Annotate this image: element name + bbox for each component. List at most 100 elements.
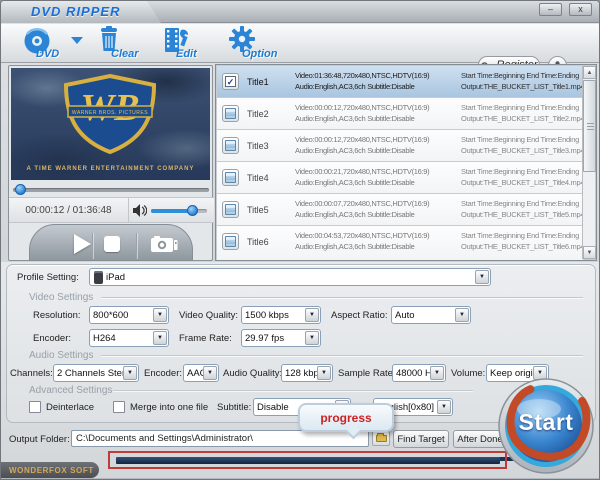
profile-setting-label: Profile Setting: [17,272,79,283]
play-button[interactable] [74,234,91,254]
title-name: Title4 [247,173,291,183]
audio-quality-select[interactable]: 128 kbps▼ [281,364,333,382]
chevron-down-icon[interactable]: ▼ [203,366,217,380]
title-media-info: Video:00:00:21,720x480,NTSC,HDTV(16:9)Au… [295,166,457,188]
video-encoder-select[interactable]: H264▼ [89,329,169,347]
playback-controls [29,224,193,261]
playback-info-row: 00:00:12 / 01:36:48 [9,197,214,223]
scrollbar-thumb[interactable] [583,80,596,172]
title-output-info: Start Time:Beginning End Time:EndingOutp… [461,230,583,252]
title-output-info: Start Time:Beginning End Time:EndingOutp… [461,198,583,220]
table-row[interactable]: Title3 Video:00:00:12,720x480,NTSC,HDTV(… [217,130,583,161]
close-button[interactable]: x [569,3,592,16]
ipad-icon [94,271,103,284]
channels-select[interactable]: 2 Channels Stereo▼ [53,364,139,382]
edit-button[interactable]: Edit [163,26,211,61]
title-output-info: Start Time:Beginning End Time:EndingOutp… [461,134,583,156]
title-output-info: Start Time:Beginning End Time:EndingOutp… [461,102,583,124]
resolution-label: Resolution: [33,310,81,321]
merge-checkbox[interactable] [113,401,125,413]
deinterlace-checkbox[interactable] [29,401,41,413]
folder-icon [376,435,387,442]
frame-rate-label: Frame Rate: [179,333,232,344]
scroll-up-icon[interactable]: ▲ [583,66,596,79]
dvd-dropdown-arrow-icon[interactable] [71,37,83,44]
logo-company-text: A TIME WARNER ENTERTAINMENT COMPANY [11,166,210,172]
seek-handle[interactable] [15,184,26,195]
dvd-button[interactable]: DVD [23,26,83,61]
aspect-ratio-select[interactable]: Auto▼ [391,306,471,324]
title-checkbox[interactable] [222,169,239,186]
find-target-button[interactable]: Find Target [393,430,449,448]
chevron-down-icon[interactable]: ▼ [455,308,469,322]
toolbar: DVD Clear [1,24,600,63]
stop-button[interactable] [104,236,120,252]
chevron-down-icon[interactable]: ▼ [305,308,319,322]
chevron-down-icon[interactable]: ▼ [437,400,451,414]
title-checkbox[interactable] [222,105,239,122]
scroll-down-icon[interactable]: ▼ [583,246,596,259]
clear-button[interactable]: Clear [98,26,150,61]
chevron-down-icon[interactable]: ▼ [305,331,319,345]
resolution-select[interactable]: 800*600▼ [89,306,169,324]
title-name: Title1 [247,77,291,87]
snapshot-button[interactable] [150,235,178,253]
sample-rate-label: Sample Rate: [338,368,396,379]
browse-folder-button[interactable] [372,431,390,446]
merge-label: Merge into one file [130,402,208,413]
title-checkbox[interactable] [222,233,239,250]
output-folder-input[interactable] [71,430,369,447]
app-window: DVD RIPPER – x DVD [0,0,600,480]
title-frame-icon [225,236,236,247]
svg-text:WARNER BROS. PICTURES: WARNER BROS. PICTURES [72,110,148,116]
output-folder-label: Output Folder: [9,434,70,445]
audio-encoder-label: Encoder: [144,368,182,379]
chevron-down-icon[interactable]: ▼ [475,270,489,284]
chevron-down-icon[interactable]: ▼ [430,366,444,380]
title-media-info: Video:00:04:53,720x480,NTSC,HDTV(16:9)Au… [295,230,457,252]
title-name: Title6 [247,237,291,247]
table-row[interactable]: Title4 Video:00:00:21,720x480,NTSC,HDTV(… [217,162,583,193]
table-row[interactable]: Title5 Video:00:00:07,720x480,NTSC,HDTV(… [217,194,583,225]
table-row[interactable]: Title2 Video:00:00:12,720x480,NTSC,HDTV(… [217,98,583,129]
title-checkbox[interactable] [222,201,239,218]
seek-slider[interactable] [13,185,209,195]
video-quality-label: Video Quality: [179,310,238,321]
video-quality-select[interactable]: 1500 kbps▼ [241,306,321,324]
title-name: Title2 [247,109,291,119]
start-button[interactable]: Start [495,373,597,475]
title-frame-icon [225,204,236,215]
advanced-settings-title: Advanced Settings [29,385,112,396]
audio-encoder-select[interactable]: AAC▼ [183,364,219,382]
speaker-icon [133,204,147,217]
table-row[interactable]: ✓ Title1 Video:01:36:48,720x480,NTSC,HDT… [217,66,583,97]
seek-track[interactable] [13,188,209,192]
frame-rate-select[interactable]: 29.97 fps▼ [241,329,321,347]
title-output-info: Start Time:Beginning End Time:EndingOutp… [461,166,583,188]
warner-bros-logo: WB WARNER BROS. PICTURES [11,68,210,180]
title-list: ✓ Title1 Video:01:36:48,720x480,NTSC,HDT… [215,64,597,261]
option-button[interactable]: Option [229,26,285,61]
time-display: 00:00:12 / 01:36:48 [9,198,129,222]
volume-track[interactable] [151,209,207,213]
table-row[interactable]: Title6 Video:00:04:53,720x480,NTSC,HDTV(… [217,226,583,260]
title-name: Title3 [247,141,291,151]
audio-quality-label: Audio Quality: [223,368,282,379]
camera-icon [150,235,178,253]
chevron-down-icon[interactable]: ▼ [153,308,167,322]
video-encoder-label: Encoder: [33,333,71,344]
audio-settings-title: Audio Settings [29,350,94,361]
chevron-down-icon[interactable]: ▼ [123,366,137,380]
volume-handle[interactable] [187,205,198,216]
list-scrollbar[interactable]: ▲ ▼ [582,66,595,259]
title-checkbox[interactable] [222,137,239,154]
profile-setting-select[interactable]: iPad ▼ [89,268,491,286]
channels-label: Channels: [10,368,53,379]
minimize-button[interactable]: – [539,3,562,16]
sample-rate-select[interactable]: 48000 Hz▼ [392,364,446,382]
title-checkbox[interactable]: ✓ [222,73,239,90]
title-name: Title5 [247,205,291,215]
chevron-down-icon[interactable]: ▼ [153,331,167,345]
chevron-down-icon[interactable]: ▼ [317,366,331,380]
volume-label: Volume: [451,368,485,379]
